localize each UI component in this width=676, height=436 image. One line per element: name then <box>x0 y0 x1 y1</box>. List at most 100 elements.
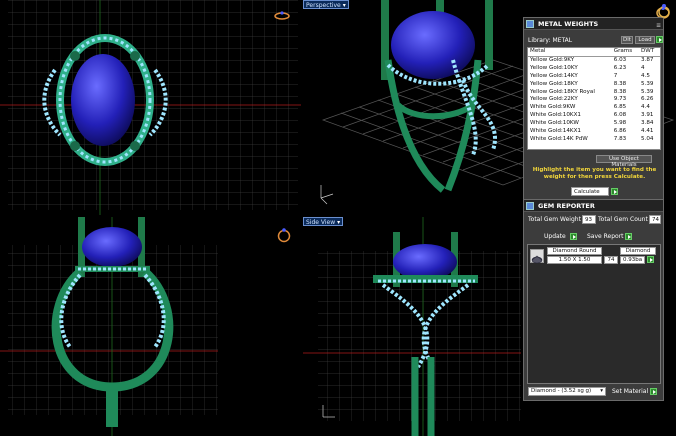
viewport-top-canvas <box>0 0 301 215</box>
dwt-value: 6.26 <box>641 96 654 103</box>
material-select-value: Diamond - (3.52 sg g) <box>531 388 592 394</box>
table-row[interactable]: White Gold:10KW 5.98 3.84 <box>528 120 660 128</box>
column-dwt[interactable]: DWT <box>639 48 660 57</box>
viewport-front[interactable] <box>0 217 301 436</box>
dwt-value: 4.41 <box>641 128 654 135</box>
library-go-button[interactable] <box>656 36 663 43</box>
gem-list-item[interactable]: Diamond Round 1.50 X 1.50 74 Diamond 0.9… <box>530 247 658 265</box>
chevron-down-icon: ▾ <box>337 219 341 226</box>
metal-name: Yellow Gold:22KY <box>530 96 578 103</box>
calculate-field[interactable]: Calculate <box>571 187 609 196</box>
gem-count: 74 <box>604 256 618 264</box>
library-button-2[interactable]: Load <box>635 36 655 44</box>
grams-value: 8.38 <box>613 88 627 95</box>
gem-weight: 0.93ba <box>620 256 645 264</box>
gem-reporter-title: GEM REPORTER <box>538 202 595 210</box>
viewport-side-label[interactable]: Side View ▾ <box>303 217 344 226</box>
calculate-go-button[interactable] <box>611 188 618 195</box>
update-button[interactable] <box>570 233 577 240</box>
total-gem-count-value: 74 <box>649 215 661 224</box>
viewport-top[interactable] <box>0 0 301 215</box>
material-select[interactable]: Diamond - (3.52 sg g) ▾ <box>528 387 606 396</box>
table-row[interactable]: Yellow Gold:18KY Royal 8.38 5.39 <box>528 89 660 97</box>
metal-name: White Gold:14KX1 <box>530 128 581 135</box>
dwt-value: 4.4 <box>641 104 650 111</box>
chevron-down-icon: ▾ <box>600 388 603 394</box>
metal-table-header: Metal Grams DWT <box>528 48 660 57</box>
viewport-side-label-text: Side View <box>306 219 336 226</box>
dwt-value: 3.87 <box>641 56 654 63</box>
viewport-front-canvas <box>0 217 218 436</box>
gem-type: Diamond <box>620 247 656 255</box>
gem-reporter-icon <box>526 202 534 210</box>
metal-name: White Gold:14K PdW <box>530 135 588 142</box>
gem-name: Diamond Round <box>547 247 602 255</box>
gem-thumbnail <box>530 249 544 264</box>
metal-name: Yellow Gold:10KY <box>530 64 578 71</box>
grams-value: 6.23 <box>613 64 627 71</box>
table-row[interactable]: Yellow Gold:22KY 9.73 6.26 <box>528 96 660 104</box>
gem-list: Diamond Round 1.50 X 1.50 74 Diamond 0.9… <box>527 244 661 384</box>
column-metal[interactable]: Metal <box>528 48 612 57</box>
metal-weights-title: METAL WEIGHTS <box>538 20 599 28</box>
metal-weights-titlebar: METAL WEIGHTS ≡ <box>524 18 663 30</box>
viewport-perspective-label-text: Perspective <box>306 2 341 9</box>
update-label: Update <box>544 233 566 240</box>
metal-name: Yellow Gold:18KY <box>530 80 578 87</box>
gem-size: 1.50 X 1.50 <box>547 256 602 264</box>
total-gem-weight-value: 93 <box>582 215 596 224</box>
metal-table: Metal Grams DWT Yellow Gold:9KY 6.03 3.87 … <box>528 48 660 144</box>
metal-name: Yellow Gold:9KY <box>530 56 575 63</box>
grams-value: 7.83 <box>613 135 627 142</box>
table-row[interactable]: Yellow Gold:10KY 6.23 4 <box>528 65 660 73</box>
set-material-button[interactable] <box>650 388 657 395</box>
viewport-side-canvas <box>303 217 521 436</box>
metal-weights-panel: METAL WEIGHTS ≡ Library: METAL Dlt Load … <box>523 17 664 202</box>
gem-go-button[interactable] <box>647 256 654 263</box>
metal-weights-icon <box>526 20 534 28</box>
grams-value: 6.86 <box>613 128 627 135</box>
total-gem-count-label: Total Gem Count <box>598 216 648 223</box>
calculate-instruction: Highlight the item you want to find the … <box>532 167 657 180</box>
metal-name: White Gold:10KW <box>530 120 579 127</box>
metal-name: Yellow Gold:18KY Royal <box>530 88 595 95</box>
dwt-value: 3.91 <box>641 112 654 119</box>
dwt-value: 5.39 <box>641 80 654 87</box>
table-row[interactable]: Yellow Gold:9KY 6.03 3.87 <box>528 56 660 64</box>
dwt-value: 3.84 <box>641 120 654 127</box>
library-button-1[interactable]: Dlt <box>621 36 633 44</box>
gem-reporter-panel: GEM REPORTER Total Gem Weight 93 Total G… <box>523 199 664 401</box>
viewport-perspective-label[interactable]: Perspective ▾ <box>303 0 349 9</box>
gem-reporter-titlebar: GEM REPORTER <box>524 200 663 212</box>
grams-value: 9.73 <box>613 96 627 103</box>
metal-name: White Gold:10KX1 <box>530 112 581 119</box>
table-row[interactable]: White Gold:14K PdW 7.83 5.04 <box>528 136 660 144</box>
grams-value: 5.98 <box>613 120 627 127</box>
ring-nav-icon[interactable] <box>276 227 292 243</box>
dwt-value: 4.5 <box>641 72 650 79</box>
dwt-value: 4 <box>641 64 645 71</box>
save-report-button[interactable] <box>625 233 632 240</box>
dwt-value: 5.39 <box>641 88 654 95</box>
grams-value: 6.03 <box>613 56 627 63</box>
grams-value: 6.85 <box>613 104 627 111</box>
table-row[interactable]: White Gold:14KX1 6.86 4.41 <box>528 128 660 136</box>
dwt-value: 5.04 <box>641 135 654 142</box>
ring-nav-icon[interactable] <box>274 8 290 24</box>
panel-menu-icon[interactable]: ≡ <box>656 20 661 32</box>
library-label: Library: METAL <box>528 37 573 44</box>
ring-nav-icon[interactable] <box>656 2 672 18</box>
metal-table-wrap: Metal Grams DWT Yellow Gold:9KY 6.03 3.87 … <box>527 47 661 150</box>
set-material-label: Set Material <box>612 388 649 395</box>
save-report-label: Save Report <box>587 233 624 240</box>
viewport-side[interactable]: Side View ▾ <box>303 217 521 436</box>
grams-value: 6.08 <box>613 112 627 119</box>
table-row[interactable]: Yellow Gold:18KY 8.38 5.39 <box>528 81 660 89</box>
table-row[interactable]: White Gold:9KW 6.85 4.4 <box>528 104 660 112</box>
table-row[interactable]: White Gold:10KX1 6.08 3.91 <box>528 112 660 120</box>
use-object-materials-button[interactable]: Use Object Materials <box>596 155 652 168</box>
table-row[interactable]: Yellow Gold:14KY 7 4.5 <box>528 73 660 81</box>
metal-name: White Gold:9KW <box>530 104 576 111</box>
column-grams[interactable]: Grams <box>611 48 639 57</box>
grams-value: 8.38 <box>613 80 627 87</box>
